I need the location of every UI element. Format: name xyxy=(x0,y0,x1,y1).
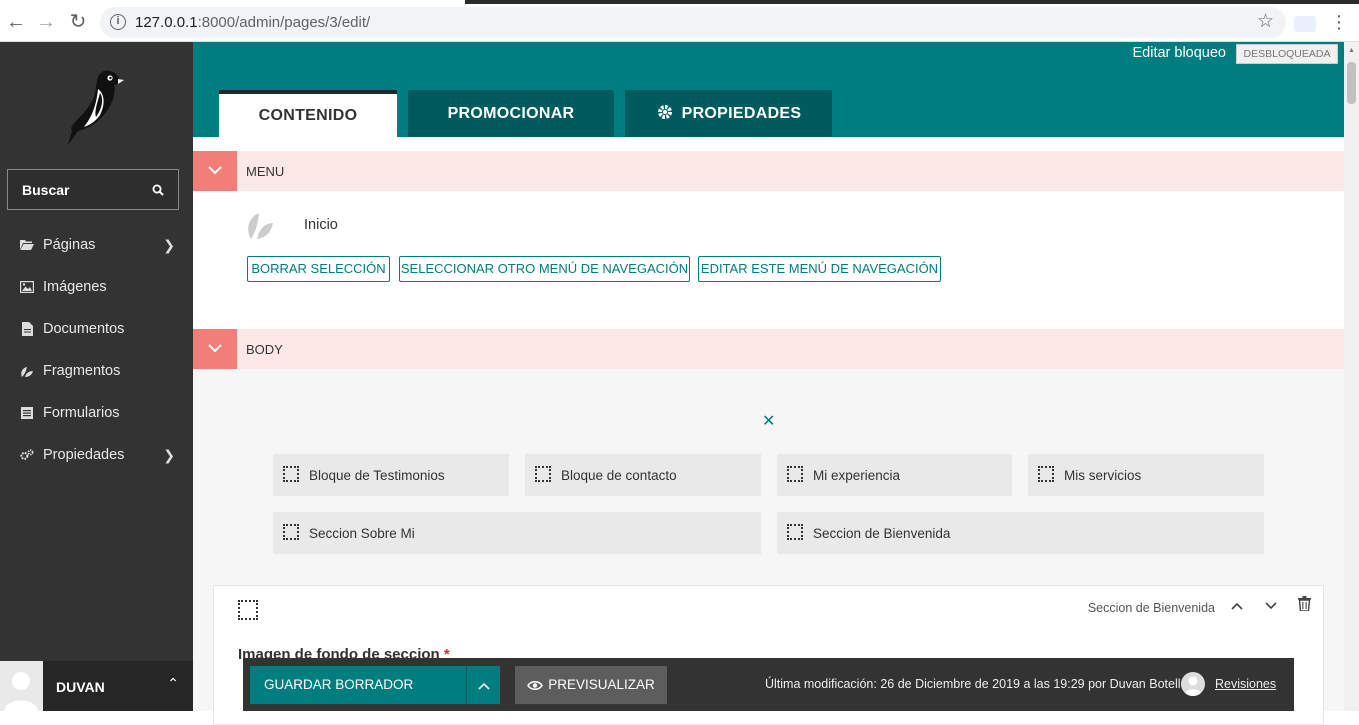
block-choice[interactable]: Seccion Sobre Mi xyxy=(273,512,761,554)
save-draft-button[interactable]: GUARDAR BORRADOR xyxy=(250,666,466,704)
chevron-up-icon[interactable] xyxy=(466,666,500,704)
sidebar-item-label: Documentos xyxy=(43,321,125,337)
scroll-up-icon[interactable]: ▲ xyxy=(1348,47,1355,54)
back-arrow-icon[interactable]: ← xyxy=(4,10,28,34)
panel-title: MENU xyxy=(246,164,285,179)
block-choice[interactable]: Bloque de Testimonios xyxy=(273,454,509,496)
choose-another-menu-button[interactable]: SELECCIONAR OTRO MENÚ DE NAVEGACIÓN xyxy=(399,256,690,282)
wagtail-logo[interactable] xyxy=(60,67,124,147)
search-icon[interactable] xyxy=(152,183,164,201)
tab-propiedades[interactable]: PROPIEDADES xyxy=(625,90,832,137)
sidebar-item-formularios[interactable]: Formularios xyxy=(0,392,193,434)
chevron-right-icon: ❯ xyxy=(163,237,175,253)
sidebar-item-label: Fragmentos xyxy=(43,363,121,379)
sidebar-item-label: Páginas xyxy=(43,237,96,253)
browser-toolbar: ← → ↻ i 127.0.0.1:8000/admin/pages/3/edi… xyxy=(0,4,1359,42)
edit-menu-button[interactable]: EDITAR ESTE MENÚ DE NAVEGACIÓN xyxy=(698,256,941,282)
sidebar-item-propiedades[interactable]: Propiedades ❯ xyxy=(0,434,193,476)
folder-open-icon xyxy=(20,238,34,252)
placeholder-icon xyxy=(787,524,803,540)
snippet-icon xyxy=(20,364,34,378)
sidebar-item-label: Formularios xyxy=(43,405,120,421)
block-choice[interactable]: Mis servicios xyxy=(1028,454,1264,496)
avatar xyxy=(1181,672,1205,696)
search-input[interactable]: Buscar xyxy=(7,169,179,210)
clear-selection-button[interactable]: BORRAR SELECCIÓN xyxy=(247,256,390,282)
sidebar: Buscar Páginas ❯ Imágenes Documentos Fra… xyxy=(0,42,193,711)
sidebar-item-label: Propiedades xyxy=(43,447,125,463)
chevron-down-icon[interactable] xyxy=(193,329,237,369)
account-menu[interactable]: DUVAN ⌃ xyxy=(0,661,193,711)
block-choice[interactable]: Seccion de Bienvenida xyxy=(777,512,1264,554)
page-scrollbar[interactable]: ▲ xyxy=(1344,42,1359,711)
sidebar-item-documentos[interactable]: Documentos xyxy=(0,308,193,350)
close-icon[interactable]: ✕ xyxy=(762,411,775,431)
placeholder-icon xyxy=(283,524,299,540)
chevron-down-icon[interactable] xyxy=(193,151,237,191)
chevron-right-icon: ❯ xyxy=(163,447,175,463)
avatar xyxy=(0,661,43,711)
sidebar-item-imagenes[interactable]: Imágenes xyxy=(0,266,193,308)
sidebar-menu: Páginas ❯ Imágenes Documentos Fragmentos… xyxy=(0,224,193,476)
placeholder-icon xyxy=(787,466,803,482)
chevron-down-icon[interactable] xyxy=(1265,597,1277,614)
last-modified-text: Última modificación: 26 de Diciembre de … xyxy=(765,677,1188,691)
info-icon[interactable]: i xyxy=(110,14,126,30)
snippet-icon xyxy=(245,209,275,241)
block-choice[interactable]: Bloque de contacto xyxy=(525,454,761,496)
sidebar-item-label: Imágenes xyxy=(43,279,107,295)
url-text: 127.0.0.1:8000/admin/pages/3/edit/ xyxy=(135,14,371,31)
preview-button[interactable]: PREVISUALIZAR xyxy=(515,666,667,704)
placeholder-icon xyxy=(535,466,551,482)
search-label: Buscar xyxy=(22,182,70,198)
chevron-up-icon[interactable] xyxy=(1231,597,1243,614)
menu-panel-header: MENU xyxy=(193,151,1344,191)
placeholder-icon xyxy=(283,466,299,482)
eye-icon xyxy=(527,668,544,706)
reload-icon[interactable]: ↻ xyxy=(66,10,90,34)
revisions-link[interactable]: Revisiones xyxy=(1215,677,1276,691)
block-type-label: Seccion de Bienvenida xyxy=(1087,601,1215,615)
image-icon xyxy=(20,280,34,294)
page-editor: Editar bloqueo DESBLOQUEADA CONTENIDO PR… xyxy=(193,42,1344,725)
body-panel-header: BODY xyxy=(193,329,1344,369)
tab-contenido[interactable]: CONTENIDO xyxy=(219,90,397,137)
address-bar[interactable]: i 127.0.0.1:8000/admin/pages/3/edit/ ☆ xyxy=(100,7,1286,38)
cogs-icon xyxy=(20,448,34,462)
block-choice[interactable]: Mi experiencia xyxy=(777,454,1012,496)
forward-arrow-icon[interactable]: → xyxy=(34,10,58,34)
trash-icon[interactable] xyxy=(1298,596,1311,615)
selected-menu-item: Inicio xyxy=(304,217,338,233)
editor-header: Editar bloqueo DESBLOQUEADA CONTENIDO PR… xyxy=(193,42,1344,137)
edit-lock-label: Editar bloqueo xyxy=(1132,45,1226,61)
browser-menu-icon[interactable]: ⋮ xyxy=(1330,12,1348,33)
form-icon xyxy=(20,406,34,420)
user-name: DUVAN xyxy=(56,679,105,695)
placeholder-icon xyxy=(238,600,258,620)
gear-icon xyxy=(656,93,674,140)
lock-status-button[interactable]: DESBLOQUEADA xyxy=(1236,44,1338,64)
extension-icon[interactable] xyxy=(1294,16,1316,32)
bookmark-star-icon[interactable]: ☆ xyxy=(1257,10,1274,33)
placeholder-icon xyxy=(1038,466,1054,482)
sidebar-item-paginas[interactable]: Páginas ❯ xyxy=(0,224,193,266)
scrollbar-thumb[interactable] xyxy=(1347,62,1356,104)
tab-promocionar[interactable]: PROMOCIONAR xyxy=(408,90,614,137)
panel-title: BODY xyxy=(246,342,283,357)
footer-actions: GUARDAR BORRADOR PREVISUALIZAR Última mo… xyxy=(243,658,1294,711)
sidebar-item-fragmentos[interactable]: Fragmentos xyxy=(0,350,193,392)
chevron-up-icon[interactable]: ⌃ xyxy=(167,675,179,692)
document-icon xyxy=(20,322,34,336)
tab-label: PROPIEDADES xyxy=(681,105,802,122)
